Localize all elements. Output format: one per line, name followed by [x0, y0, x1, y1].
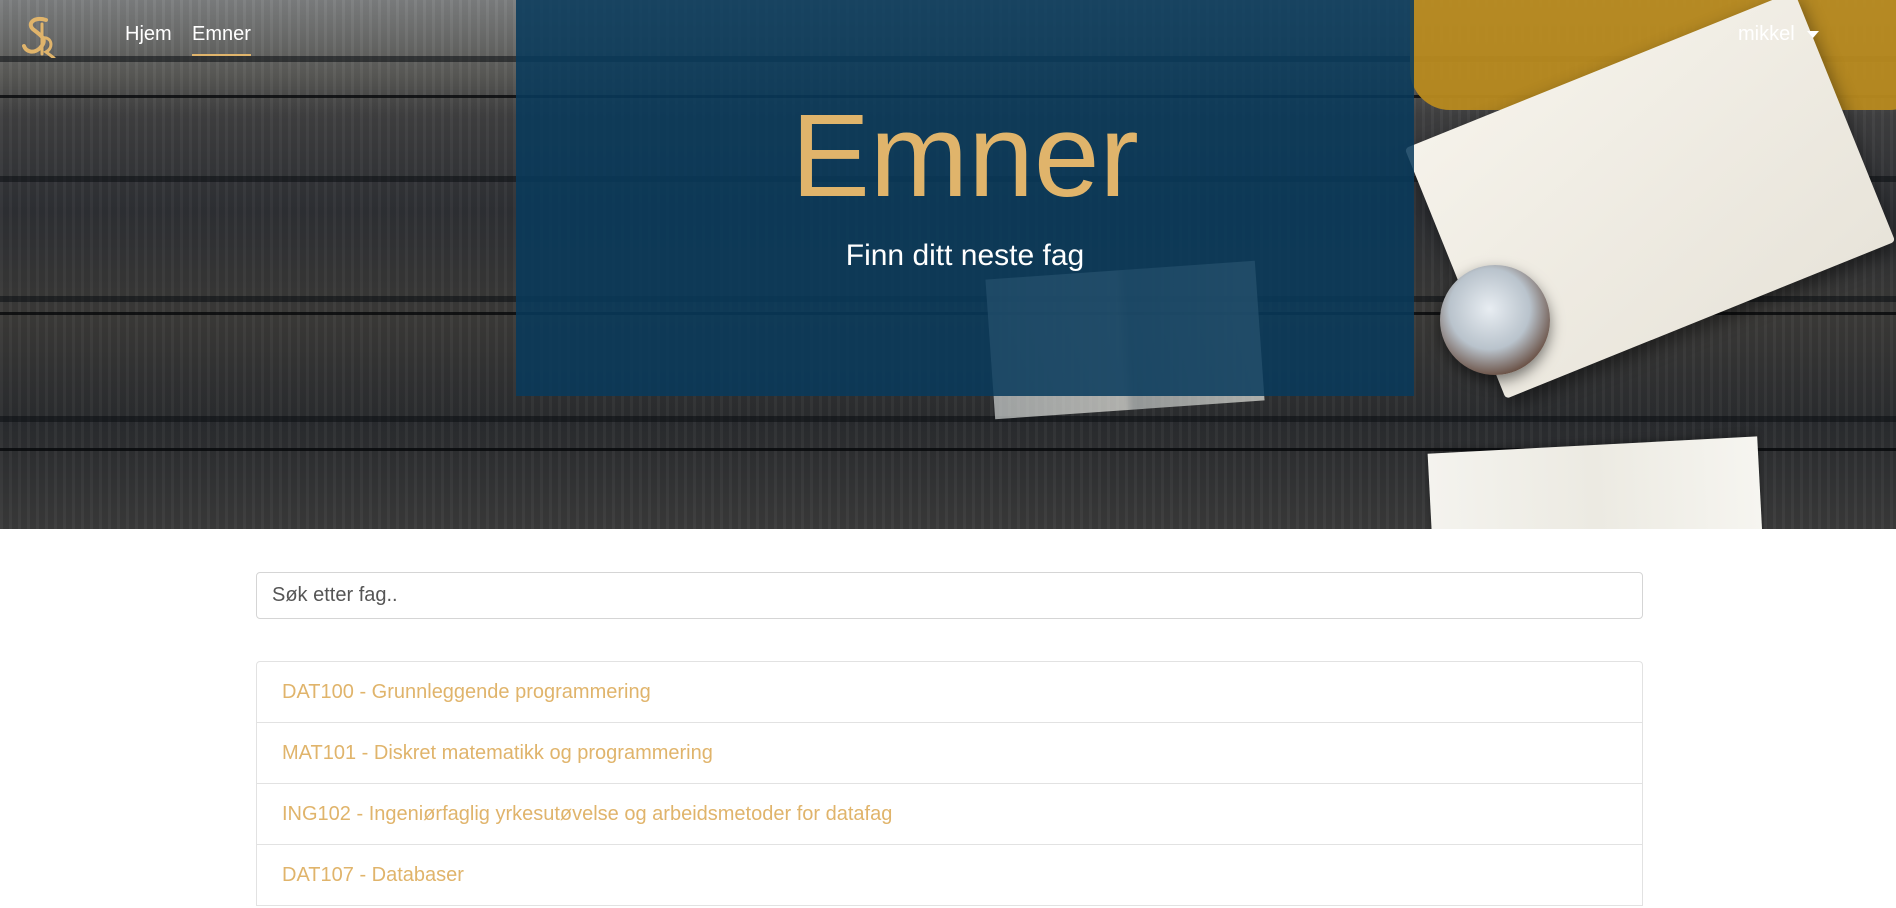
- course-item-mat101[interactable]: MAT101 - Diskret matematikk og programme…: [257, 723, 1642, 784]
- nav-link-home[interactable]: Hjem: [125, 20, 172, 48]
- course-item-dat100[interactable]: DAT100 - Grunnleggende programmering: [257, 662, 1642, 723]
- course-list: DAT100 - Grunnleggende programmering MAT…: [256, 661, 1643, 906]
- user-menu[interactable]: mikkel: [1738, 20, 1819, 48]
- course-item-dat107[interactable]: DAT107 - Databaser: [257, 845, 1642, 906]
- page-subtitle: Finn ditt neste fag: [845, 239, 1085, 272]
- hero-photo-book: [1427, 436, 1763, 529]
- sr-monogram-logo-icon[interactable]: [20, 14, 60, 60]
- course-search-input[interactable]: [256, 572, 1643, 619]
- page-title: Emner: [791, 90, 1139, 222]
- hero-photo-cup: [1440, 265, 1550, 375]
- user-name: mikkel: [1738, 22, 1795, 45]
- course-item-ing102[interactable]: ING102 - Ingeniørfaglig yrkesutøvelse og…: [257, 784, 1642, 845]
- nav-link-courses[interactable]: Emner: [192, 20, 251, 56]
- top-navbar: Hjem Emner mikkel: [0, 0, 1896, 70]
- caret-down-icon: [1806, 30, 1819, 38]
